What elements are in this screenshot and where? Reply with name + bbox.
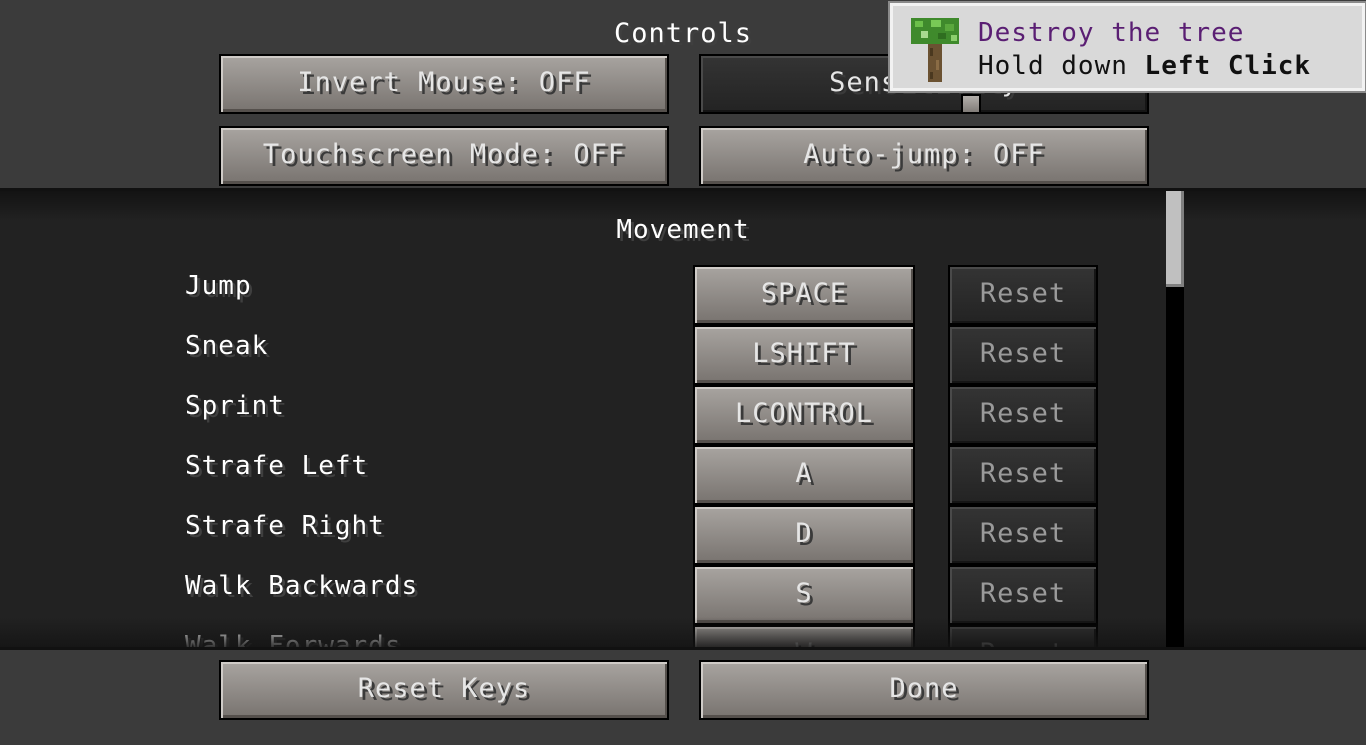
toast-description-prefix: Hold down [978,51,1128,81]
keybind-button[interactable]: LCONTROL [693,385,915,445]
keybind-button[interactable]: SPACE [693,265,915,325]
reset-button[interactable]: Reset [948,565,1098,625]
keybind-button[interactable]: D [693,505,915,565]
keybind-button[interactable]: S [693,565,915,625]
keybind-label: Strafe Left [185,451,369,481]
toast-description-key: Left Click [1144,51,1312,81]
scrollbar-thumb[interactable] [1166,191,1184,287]
keybind-button[interactable]: A [693,445,915,505]
sensitivity-slider-handle[interactable] [961,94,981,112]
oak-tree-icon [911,18,959,82]
keybind-label: Jump [185,271,252,301]
scrollbar[interactable] [1166,191,1184,647]
reset-button[interactable]: Reset [948,445,1098,505]
section-heading-movement: Movement [616,215,750,245]
reset-button[interactable]: Reset [948,385,1098,445]
auto-jump-button[interactable]: Auto-jump: OFF [699,126,1149,186]
touchscreen-mode-button[interactable]: Touchscreen Mode: OFF [219,126,669,186]
reset-button[interactable]: Reset [948,625,1098,647]
reset-keys-button[interactable]: Reset Keys [219,660,669,720]
done-button[interactable]: Done [699,660,1149,720]
keybind-button[interactable]: LSHIFT [693,325,915,385]
keybind-label: Walk Backwards [185,571,419,601]
keybind-label: Sprint [185,391,285,421]
toast-description: Hold down Left Click [978,51,1311,81]
reset-button[interactable]: Reset [948,325,1098,385]
keybind-label: Strafe Right [185,511,385,541]
keybind-button[interactable]: W [693,625,915,647]
tutorial-toast: Destroy the tree Hold down Left Click [888,1,1366,93]
keybind-list[interactable]: Movement Jump SPACE Reset Sneak LSHIFT R… [0,188,1366,650]
keybind-label: Sneak [185,331,269,361]
reset-button[interactable]: Reset [948,265,1098,325]
reset-button[interactable]: Reset [948,505,1098,565]
invert-mouse-button[interactable]: Invert Mouse: OFF [219,54,669,114]
toast-title: Destroy the tree [978,18,1245,48]
keybind-label: Walk Forwards [185,631,402,650]
